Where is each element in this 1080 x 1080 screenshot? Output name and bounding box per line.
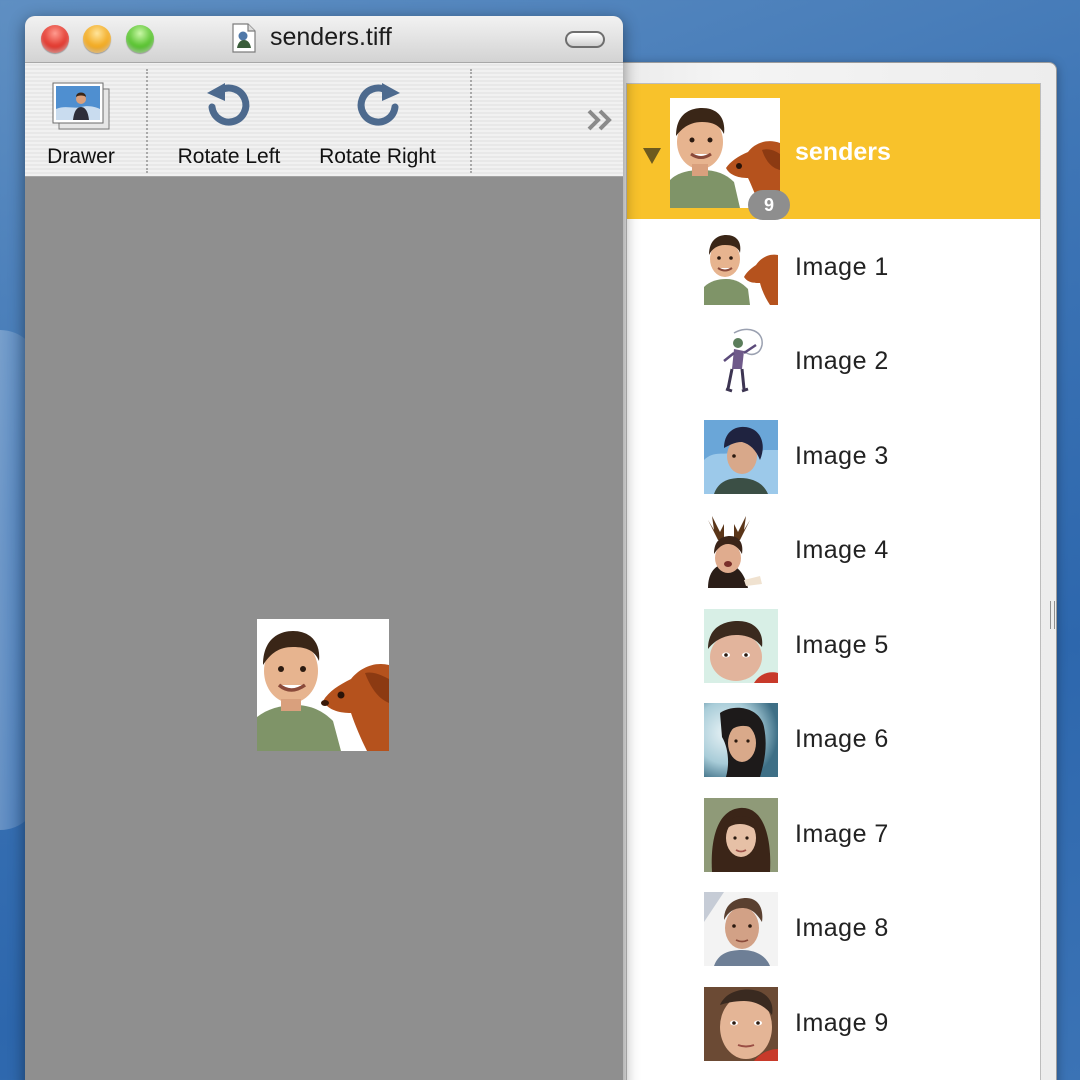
list-item-image-1[interactable]: Image 1 [627, 221, 1040, 315]
toolbar-separator [470, 69, 472, 173]
list-item-label: Image 7 [795, 820, 889, 848]
list-item-label: Image 3 [795, 442, 889, 470]
list-item-label: Image 2 [795, 347, 889, 375]
toolbar-toggle-button[interactable] [565, 31, 605, 48]
thumbnail-image-8 [704, 892, 778, 966]
group-label: senders [795, 138, 891, 166]
list-item-image-9[interactable]: Image 9 [627, 977, 1040, 1071]
photo-drawer-icon [51, 79, 111, 133]
image-outline-list: 9 senders Image 1 Image 2 Image 3 Image … [626, 83, 1041, 1080]
rotate-right-label: Rotate Right [319, 145, 436, 168]
list-item-image-3[interactable]: Image 3 [627, 410, 1040, 504]
thumbnail-image-5 [704, 609, 778, 683]
title-bar[interactable]: senders.tiff [25, 16, 623, 63]
thumbnail-image-9 [704, 987, 778, 1061]
rotate-left-label: Rotate Left [177, 145, 281, 168]
toolbar: Drawer Rotate Left Rotate Right [25, 63, 623, 177]
list-item-label: Image 5 [795, 631, 889, 659]
drawer-button[interactable]: Drawer [35, 63, 127, 176]
list-item-image-6[interactable]: Image 6 [627, 693, 1040, 787]
list-item-label: Image 8 [795, 914, 889, 942]
thumbnail-image-1 [704, 231, 778, 305]
minimize-button[interactable] [83, 25, 111, 53]
thumbnail-image-6 [704, 703, 778, 777]
thumbnail-image-2 [704, 325, 778, 399]
list-item-label: Image 1 [795, 253, 889, 281]
list-item-label: Image 6 [795, 725, 889, 753]
rotate-right-icon [348, 79, 408, 133]
thumbnail-image-7 [704, 798, 778, 872]
list-item-image-2[interactable]: Image 2 [627, 315, 1040, 409]
preview-canvas[interactable] [25, 177, 623, 1080]
thumbnail-image-3 [704, 420, 778, 494]
window-title: senders.tiff [270, 23, 392, 51]
rotate-left-icon [199, 79, 259, 133]
list-item-image-8[interactable]: Image 8 [627, 882, 1040, 976]
image-count-badge: 9 [748, 190, 790, 220]
toolbar-separator [146, 69, 148, 173]
list-item-label: Image 9 [795, 1009, 889, 1037]
list-item-label: Image 4 [795, 536, 889, 564]
rotate-right-button[interactable]: Rotate Right [305, 63, 450, 176]
chevron-double-right-icon[interactable] [585, 105, 617, 135]
zoom-button[interactable] [126, 25, 154, 53]
drawer-resize-grip[interactable] [1050, 601, 1055, 629]
list-item-image-4[interactable]: Image 4 [627, 504, 1040, 598]
preview-window: senders.tiff Drawer Rotate Left Rotate R… [25, 16, 623, 1080]
thumbnail-image-4 [704, 514, 778, 588]
preview-image[interactable] [257, 619, 389, 751]
image-drawer: 9 senders Image 1 Image 2 Image 3 Image … [585, 62, 1057, 1080]
tiff-document-icon[interactable] [232, 23, 256, 53]
group-row-senders[interactable]: 9 senders [627, 84, 1040, 220]
disclosure-triangle-icon[interactable] [643, 148, 661, 164]
rotate-left-button[interactable]: Rotate Left [165, 63, 293, 176]
list-item-image-7[interactable]: Image 7 [627, 788, 1040, 882]
list-item-image-5[interactable]: Image 5 [627, 599, 1040, 693]
drawer-button-label: Drawer [47, 145, 115, 168]
close-button[interactable] [41, 25, 69, 53]
